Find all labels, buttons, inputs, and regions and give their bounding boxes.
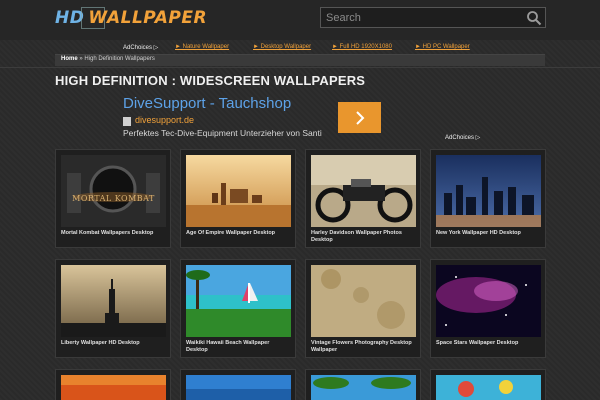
wallpaper-title[interactable]: Harley Davidson Wallpaper Photos Desktop	[311, 230, 417, 244]
wallpaper-thumbnail[interactable]: MORTAL KOMBAT	[61, 155, 166, 227]
wallpaper-thumbnail[interactable]	[61, 375, 166, 400]
breadcrumb: Home » High Definition Wallpapers	[61, 56, 155, 62]
nav-link-hd-pc[interactable]: ► HD PC Wallpaper	[415, 44, 470, 50]
wallpaper-card[interactable]: MORTAL KOMBAT Mortal Kombat Wallpapers D…	[55, 149, 171, 248]
wallpaper-title[interactable]: New York Wallpaper HD Desktop	[436, 230, 542, 237]
nav-link-full-hd[interactable]: ► Full HD 1920X1080	[332, 44, 392, 50]
search-input[interactable]	[321, 8, 521, 27]
ad-description: Perfektes Tec-Dive-Equipment Unterzieher…	[123, 128, 322, 138]
wallpaper-thumbnail[interactable]	[186, 155, 291, 227]
wallpaper-card[interactable]: Harley Davidson Wallpaper Photos Desktop	[305, 149, 421, 248]
logo-hd-text: HD	[55, 8, 85, 28]
wallpaper-card[interactable]	[55, 369, 171, 400]
wallpaper-thumbnail[interactable]	[436, 265, 541, 337]
wallpaper-card[interactable]	[180, 369, 296, 400]
wallpaper-title[interactable]: Age Of Empire Wallpaper Desktop	[186, 230, 292, 237]
thumb-title-text: MORTAL KOMBAT	[72, 194, 155, 203]
search-box	[320, 7, 546, 28]
ad-domain[interactable]: divesupport.de	[135, 115, 194, 125]
wallpaper-title[interactable]: Vintage Flowers Photography Desktop Wall…	[311, 340, 417, 354]
wallpaper-thumbnail[interactable]	[186, 265, 291, 337]
wallpaper-title[interactable]: Waikiki Hawaii Beach Wallpaper Desktop	[186, 340, 292, 354]
breadcrumb-home[interactable]: Home	[61, 56, 78, 62]
wallpaper-thumbnail[interactable]	[436, 375, 541, 400]
search-icon	[527, 11, 542, 26]
wallpaper-card[interactable]: Age Of Empire Wallpaper Desktop	[180, 149, 296, 248]
chevron-right-icon	[355, 110, 364, 125]
wallpaper-card[interactable]: Waikiki Hawaii Beach Wallpaper Desktop	[180, 259, 296, 358]
logo-wallpaper-text: WALLPAPER	[88, 8, 208, 28]
adchoices-label[interactable]: AdChoices ▷	[123, 44, 158, 51]
ad-block[interactable]: DiveSupport - Tauchshop divesupport.de P…	[123, 95, 483, 143]
wallpaper-thumbnail[interactable]	[311, 265, 416, 337]
wallpaper-card[interactable]: Liberty Wallpaper HD Desktop	[55, 259, 171, 358]
ad-open-button[interactable]	[338, 102, 381, 133]
wallpaper-card[interactable]	[430, 369, 546, 400]
wallpaper-card[interactable]: Space Stars Wallpaper Desktop	[430, 259, 546, 358]
site-logo[interactable]: HD WALLPAPER	[55, 5, 207, 31]
divider	[0, 67, 600, 68]
ad-title[interactable]: DiveSupport - Tauchshop	[123, 95, 291, 112]
ad-site-icon	[123, 117, 131, 126]
wallpaper-thumbnail[interactable]	[186, 375, 291, 400]
wallpaper-card[interactable]: Vintage Flowers Photography Desktop Wall…	[305, 259, 421, 358]
page-title: HIGH DEFINITION : WIDESCREEN WALLPAPERS	[55, 73, 366, 88]
wallpaper-title[interactable]: Liberty Wallpaper HD Desktop	[61, 340, 167, 347]
wallpaper-thumbnail[interactable]	[311, 155, 416, 227]
nav-link-desktop[interactable]: ► Desktop Wallpaper	[253, 44, 311, 50]
adchoices-label-ad[interactable]: AdChoices ▷	[445, 134, 480, 141]
wallpaper-thumbnail[interactable]	[61, 265, 166, 337]
wallpaper-title[interactable]: Mortal Kombat Wallpapers Desktop	[61, 230, 167, 237]
wallpaper-card[interactable]: New York Wallpaper HD Desktop	[430, 149, 546, 248]
wallpaper-thumbnail[interactable]	[436, 155, 541, 227]
nav-link-nature[interactable]: ► Nature Wallpaper	[175, 44, 229, 50]
breadcrumb-current: High Definition Wallpapers	[84, 56, 155, 62]
wallpaper-title[interactable]: Space Stars Wallpaper Desktop	[436, 340, 542, 347]
wallpaper-thumbnail[interactable]	[311, 375, 416, 400]
wallpaper-card[interactable]	[305, 369, 421, 400]
search-button[interactable]	[526, 10, 542, 26]
